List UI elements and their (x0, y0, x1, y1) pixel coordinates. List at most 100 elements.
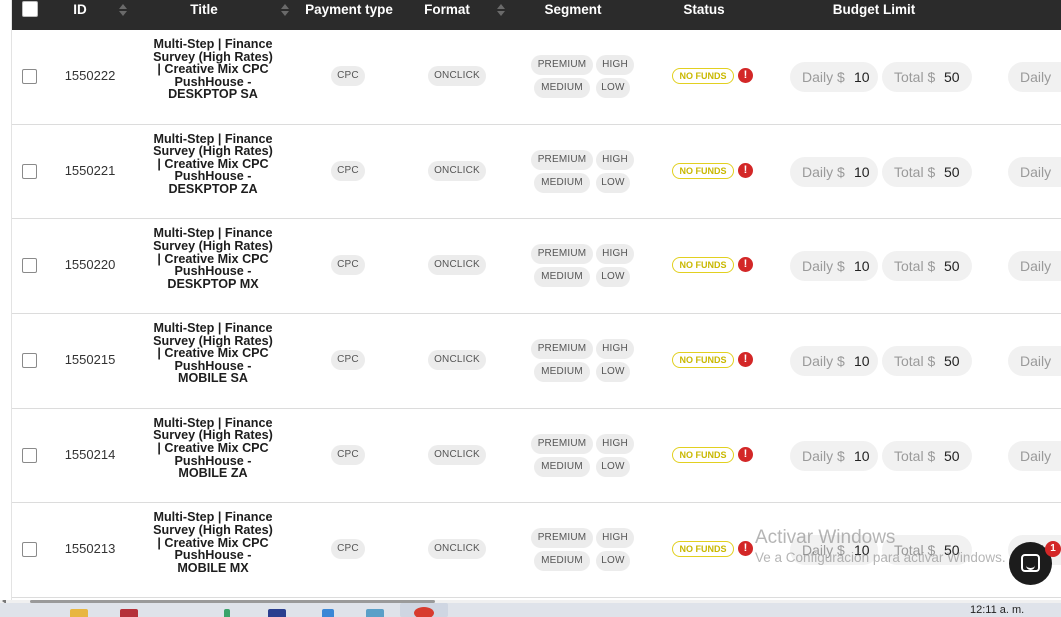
sort-format-icon[interactable] (496, 3, 506, 17)
total-budget-value[interactable]: 50 (944, 441, 960, 471)
total-budget-value[interactable]: 50 (944, 346, 960, 376)
sort-id-icon[interactable] (118, 3, 128, 17)
table-body: 1550222 Multi-Step | Finance Survey (Hig… (12, 30, 1061, 599)
campaign-id: 1550214 (64, 446, 116, 462)
total-budget-value[interactable]: 50 (944, 157, 960, 187)
table-row[interactable]: 1550222 Multi-Step | Finance Survey (Hig… (12, 30, 1061, 125)
total-budget-field[interactable]: Total $ 50 (882, 535, 972, 566)
warning-icon[interactable]: ! (738, 68, 753, 83)
app-icon-teal[interactable] (366, 609, 384, 617)
header-status[interactable]: Status (678, 0, 730, 30)
total-budget-value[interactable]: 50 (944, 535, 960, 565)
campaign-title[interactable]: Multi-Step | Finance Survey (High Rates)… (152, 511, 274, 574)
app-icon-light-blue[interactable] (322, 609, 334, 617)
daily-budget-field[interactable]: Daily $ 10 (790, 156, 878, 187)
payment-type-badge: CPC (331, 444, 365, 465)
daily-budget-value[interactable]: 10 (854, 346, 870, 376)
row-checkbox[interactable] (22, 447, 37, 463)
left-panel-edge (0, 0, 12, 600)
daily-budget-label-2: Daily (1020, 258, 1052, 275)
format-badge: ONCLICK (428, 444, 486, 465)
row-checkbox[interactable] (22, 163, 37, 179)
header-payment-type[interactable]: Payment type (298, 0, 400, 30)
daily-budget-field-2[interactable]: Daily (1008, 346, 1061, 377)
payment-type-badge: CPC (331, 539, 365, 560)
daily-budget-label: Daily $ (802, 258, 845, 275)
header-title[interactable]: Title (162, 0, 246, 30)
segment-premium-badge: PREMIUM (531, 244, 593, 265)
daily-budget-value[interactable]: 10 (854, 62, 870, 92)
header-segment[interactable]: Segment (538, 0, 608, 30)
daily-budget-field[interactable]: Daily $ 10 (790, 62, 878, 92)
status-badge: NO FUNDS (672, 352, 734, 369)
warning-icon[interactable]: ! (738, 257, 753, 273)
format-badge: ONCLICK (428, 539, 486, 560)
total-budget-field[interactable]: Total $ 50 (882, 346, 972, 377)
header-format[interactable]: Format (417, 0, 477, 30)
total-budget-field[interactable]: Total $ 50 (882, 251, 972, 282)
daily-budget-field[interactable]: Daily $ 10 (790, 251, 878, 282)
table-row[interactable]: 1550214 Multi-Step | Finance Survey (Hig… (12, 408, 1061, 504)
table-header: ID Title Payment type Format Segment Sta… (12, 0, 1061, 30)
segment-high-badge: HIGH (596, 339, 634, 360)
total-budget-field[interactable]: Total $ 50 (882, 440, 972, 471)
browser-icon[interactable] (414, 607, 434, 617)
segment-medium-badge: MEDIUM (534, 78, 590, 98)
total-budget-field[interactable]: Total $ 50 (882, 62, 972, 92)
segment-high-badge: HIGH (596, 149, 634, 170)
daily-budget-value[interactable]: 10 (854, 441, 870, 471)
daily-budget-value[interactable]: 10 (854, 535, 870, 565)
total-budget-label: Total $ (894, 258, 936, 275)
row-checkbox[interactable] (22, 258, 37, 274)
warning-icon[interactable]: ! (738, 162, 753, 178)
campaign-title[interactable]: Multi-Step | Finance Survey (High Rates)… (152, 132, 274, 196)
campaign-title[interactable]: Multi-Step | Finance Survey (High Rates)… (152, 322, 274, 385)
table-row[interactable]: 1550213 Multi-Step | Finance Survey (Hig… (12, 503, 1061, 599)
row-checkbox[interactable] (22, 69, 37, 84)
row-checkbox[interactable] (22, 353, 37, 369)
total-budget-value[interactable]: 50 (944, 62, 960, 92)
daily-budget-field-2[interactable]: Daily (1008, 251, 1061, 282)
table-row[interactable]: 1550221 Multi-Step | Finance Survey (Hig… (12, 124, 1061, 220)
segment-high-badge: HIGH (596, 55, 634, 75)
warning-icon[interactable]: ! (738, 352, 753, 368)
segment-high-badge: HIGH (596, 244, 634, 265)
warning-icon[interactable]: ! (738, 446, 753, 462)
status-badge: NO FUNDS (672, 541, 734, 558)
total-budget-label: Total $ (894, 163, 936, 180)
total-budget-value[interactable]: 50 (944, 251, 960, 281)
campaign-title[interactable]: Multi-Step | Finance Survey (High Rates)… (152, 416, 274, 480)
daily-budget-field[interactable]: Daily $ 10 (790, 535, 878, 566)
app-icon-red[interactable] (120, 609, 138, 617)
campaigns-table: ID Title Payment type Format Segment Sta… (12, 0, 1061, 600)
daily-budget-field-2[interactable]: Daily (1008, 156, 1061, 187)
total-budget-label: Total $ (894, 353, 936, 370)
daily-budget-value[interactable]: 10 (854, 251, 870, 281)
daily-budget-value[interactable]: 10 (854, 157, 870, 187)
status-badge: NO FUNDS (672, 257, 734, 274)
status-badge: NO FUNDS (672, 446, 734, 463)
status-badge: NO FUNDS (672, 68, 734, 84)
header-id[interactable]: ID (60, 0, 100, 30)
segment-medium-badge: MEDIUM (534, 362, 590, 383)
total-budget-field[interactable]: Total $ 50 (882, 156, 972, 187)
campaign-title[interactable]: Multi-Step | Finance Survey (High Rates)… (152, 38, 274, 101)
warning-icon[interactable]: ! (738, 541, 753, 557)
campaign-id: 1550221 (64, 162, 116, 178)
campaign-title[interactable]: Multi-Step | Finance Survey (High Rates)… (152, 227, 274, 290)
table-row[interactable]: 1550220 Multi-Step | Finance Survey (Hig… (12, 219, 1061, 315)
row-checkbox[interactable] (22, 542, 37, 558)
sort-title-icon[interactable] (280, 3, 290, 17)
app-icon-blue[interactable] (268, 609, 286, 617)
segment-low-badge: LOW (596, 362, 630, 383)
daily-budget-field-2[interactable]: Daily (1008, 62, 1061, 92)
daily-budget-field-2[interactable]: Daily (1008, 440, 1061, 471)
daily-budget-field[interactable]: Daily $ 10 (790, 440, 878, 471)
select-all-checkbox[interactable] (22, 1, 38, 17)
daily-budget-field[interactable]: Daily $ 10 (790, 346, 878, 377)
table-row[interactable]: 1550215 Multi-Step | Finance Survey (Hig… (12, 314, 1061, 409)
app-icon-green[interactable] (224, 609, 230, 617)
chat-notification-badge: 1 (1045, 541, 1061, 557)
file-explorer-icon[interactable] (70, 609, 88, 617)
header-budget-limit[interactable]: Budget Limit (824, 0, 924, 30)
